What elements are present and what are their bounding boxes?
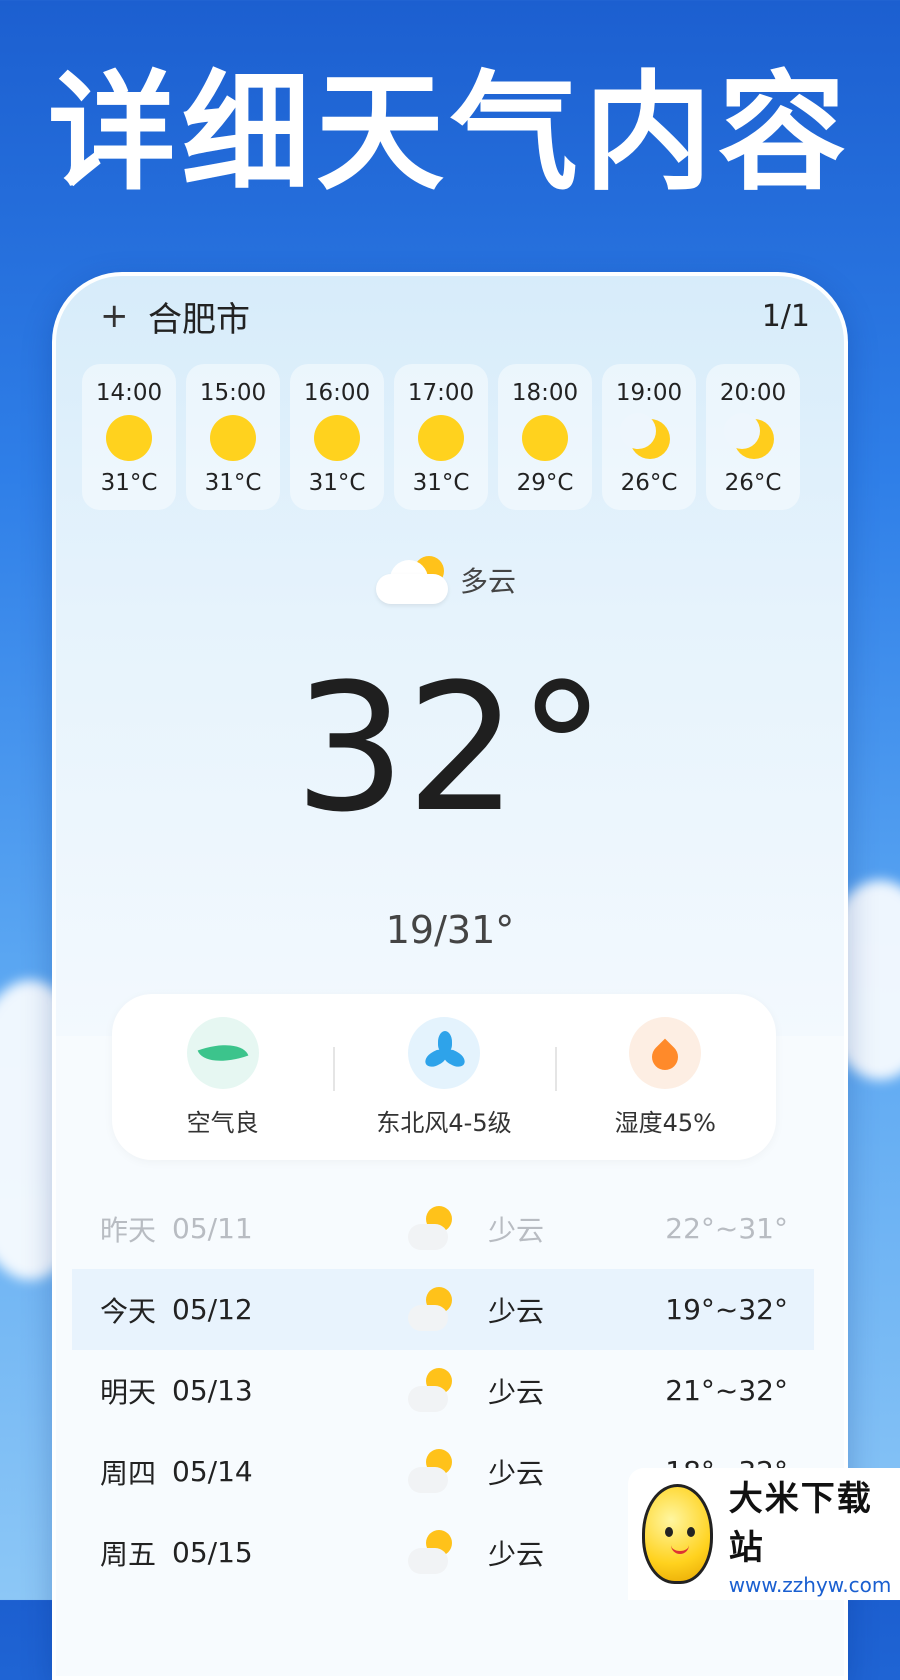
day-condition: 少云 bbox=[488, 1456, 545, 1490]
hour-temp: 31°C bbox=[204, 470, 262, 496]
day-range: 22°~31° bbox=[665, 1212, 788, 1245]
hour-card[interactable]: 14:00 31°C bbox=[82, 364, 176, 510]
hour-card[interactable]: 17:00 31°C bbox=[394, 364, 488, 510]
hour-card[interactable]: 18:00 29°C bbox=[498, 364, 592, 510]
hour-card[interactable]: 19:00 26°C bbox=[602, 364, 696, 510]
hour-time: 18:00 bbox=[511, 380, 579, 406]
hour-time: 16:00 bbox=[303, 380, 371, 406]
top-bar: + 合肥市 1/1 bbox=[100, 288, 810, 344]
sun-icon bbox=[210, 415, 256, 461]
day-name: 明天 bbox=[100, 1375, 157, 1409]
day-name: 昨天 bbox=[100, 1213, 157, 1247]
partly-cloudy-icon bbox=[408, 1366, 458, 1416]
day-name: 今天 bbox=[100, 1294, 157, 1328]
day-range: 19°~32° bbox=[665, 1293, 788, 1326]
hour-temp: 31°C bbox=[412, 470, 470, 496]
metric-label: 空气良 bbox=[186, 1108, 259, 1137]
hour-time: 17:00 bbox=[407, 380, 475, 406]
watermark-name: 大米下载站 bbox=[728, 1479, 873, 1568]
metric-label: 东北风4-5级 bbox=[376, 1108, 512, 1137]
hour-temp: 26°C bbox=[724, 470, 782, 496]
day-condition: 少云 bbox=[488, 1213, 545, 1247]
day-date: 05/13 bbox=[172, 1374, 253, 1407]
daily-row[interactable]: 昨天 05/11 少云 22°~31° bbox=[72, 1188, 814, 1269]
day-name: 周五 bbox=[100, 1537, 157, 1571]
metrics-card: 空气良 东北风4-5级 湿度45% bbox=[112, 994, 776, 1160]
sun-icon bbox=[314, 415, 360, 461]
water-drop-icon bbox=[629, 1016, 702, 1089]
day-condition: 少云 bbox=[488, 1375, 545, 1409]
day-name: 周四 bbox=[100, 1456, 157, 1490]
wind[interactable]: 东北风4-5级 bbox=[333, 1016, 554, 1138]
partly-cloudy-icon bbox=[408, 1528, 458, 1578]
hour-time: 15:00 bbox=[199, 380, 267, 406]
air-quality[interactable]: 空气良 bbox=[112, 1016, 333, 1138]
day-date: 05/14 bbox=[172, 1455, 253, 1488]
metric-label: 湿度45% bbox=[614, 1108, 716, 1137]
partly-cloudy-icon bbox=[374, 550, 454, 610]
leaf-icon bbox=[186, 1016, 259, 1089]
hour-time: 19:00 bbox=[615, 380, 683, 406]
current-condition: 多云 bbox=[374, 550, 516, 610]
hour-time: 20:00 bbox=[719, 380, 787, 406]
day-condition: 少云 bbox=[488, 1537, 545, 1571]
hour-card[interactable]: 16:00 31°C bbox=[290, 364, 384, 510]
temperature-range: 19/31° bbox=[385, 908, 515, 952]
sun-icon bbox=[418, 415, 464, 461]
day-range: 21°~32° bbox=[665, 1374, 788, 1407]
daily-row[interactable]: 今天 05/12 少云 19°~32° bbox=[72, 1269, 814, 1350]
hour-temp: 31°C bbox=[308, 470, 366, 496]
day-date: 05/11 bbox=[172, 1212, 253, 1245]
promo-headline: 详细天气内容 bbox=[47, 59, 852, 208]
partly-cloudy-icon bbox=[408, 1447, 458, 1497]
mascot-logo-icon bbox=[642, 1484, 713, 1584]
moon-icon bbox=[724, 413, 776, 461]
sun-icon bbox=[106, 415, 152, 461]
hourly-forecast[interactable]: 14:00 31°C 15:00 31°C 16:00 31°C 17:00 3… bbox=[82, 364, 800, 510]
partly-cloudy-icon bbox=[408, 1204, 458, 1254]
city-name[interactable]: 合肥市 bbox=[148, 292, 250, 341]
sun-icon bbox=[522, 415, 568, 461]
day-condition: 少云 bbox=[488, 1294, 545, 1328]
hour-time: 14:00 bbox=[95, 380, 163, 406]
hour-card[interactable]: 15:00 31°C bbox=[186, 364, 280, 510]
hour-temp: 31°C bbox=[100, 470, 158, 496]
partly-cloudy-icon bbox=[408, 1285, 458, 1335]
hour-card[interactable]: 20:00 26°C bbox=[706, 364, 800, 510]
site-watermark: 大米下载站 www.zzhyw.com bbox=[628, 1468, 900, 1600]
daily-row[interactable]: 明天 05/13 少云 21°~32° bbox=[72, 1350, 814, 1431]
day-date: 05/12 bbox=[172, 1293, 253, 1326]
fan-icon bbox=[407, 1016, 480, 1089]
humidity[interactable]: 湿度45% bbox=[554, 1016, 776, 1138]
condition-text: 多云 bbox=[460, 565, 517, 598]
current-temperature: 32° bbox=[294, 646, 606, 851]
add-city-icon[interactable]: + bbox=[100, 299, 140, 333]
day-date: 05/15 bbox=[172, 1536, 253, 1569]
hour-temp: 29°C bbox=[516, 470, 574, 496]
moon-icon bbox=[620, 413, 672, 461]
watermark-url: www.zzhyw.com bbox=[728, 1573, 892, 1597]
hour-temp: 26°C bbox=[620, 470, 678, 496]
page-indicator: 1/1 bbox=[761, 298, 810, 334]
